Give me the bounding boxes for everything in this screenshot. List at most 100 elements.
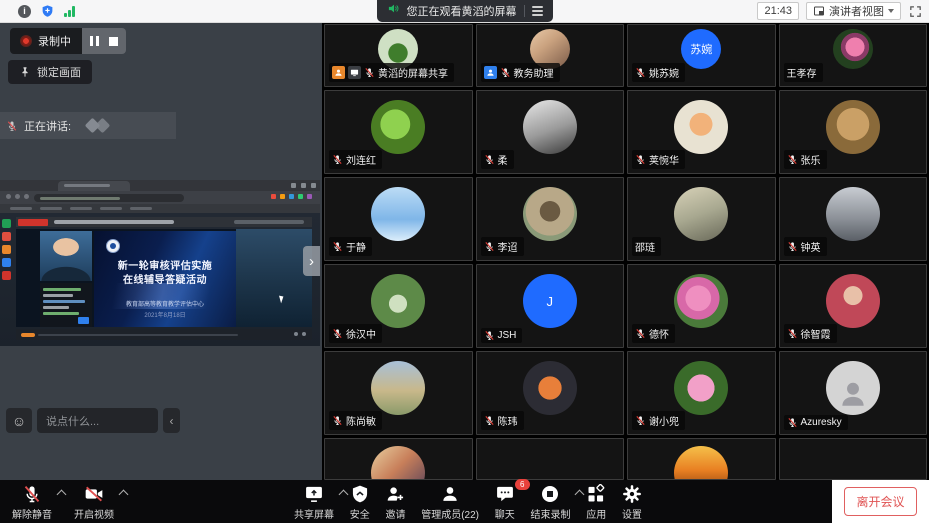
pin-icon [19,66,31,78]
slide-title-line2: 在线辅导答疑活动 [94,271,236,286]
video-player: 新一轮审核评估实施 在线辅导答疑活动 教育部高等教育教学评估中心 2021年8月… [16,229,312,327]
evaluation-center-logo [106,239,120,253]
participant-tile[interactable]: 于静 [324,177,473,261]
layout-icon [813,5,825,17]
participant-tile[interactable]: 徐汉中 [324,264,473,348]
participant-avatar [523,187,577,241]
participant-name: 陈尚敏 [346,413,376,428]
chevron-down-icon [888,9,894,13]
participant-tile[interactable] [324,438,473,480]
participant-tile[interactable]: 荚惋华 [627,90,776,174]
toolbar-item-label: 结束录制 [530,506,570,521]
participant-avatar [674,361,728,415]
emoji-button[interactable]: ☺ [6,408,32,433]
participant-tile[interactable]: 德怀 [627,264,776,348]
settings-icon [622,483,642,505]
participant-name: 李迢 [498,239,518,254]
mic-muted-icon [787,328,798,339]
participant-avatar [371,100,425,154]
speaking-indicator-bar: 正在讲话: [0,112,176,139]
info-icon[interactable]: i [18,5,31,18]
window-controls [291,183,316,188]
participant-tile[interactable]: 陈玮 [476,351,625,435]
watermark-logo-icon [83,118,117,134]
toolbar-invite-button[interactable]: 邀请 [381,483,409,521]
participant-grid: 黄滔的屏幕共享教务助理 苏婉姚苏婉王孝存刘连红 柔 荚惋华张乐于静李迢 邵琏 钟英徐汉中J… [322,22,929,480]
mic-muted-icon [500,67,511,78]
participant-avatar: 苏婉 [681,29,721,69]
participant-name: 教务助理 [514,65,554,80]
mic-muted-icon [6,120,18,132]
participant-name-label: 陈尚敏 [329,411,382,430]
participant-avatar [371,361,425,415]
toolbar-stop-record-button[interactable]: 结束录制 [526,483,574,521]
participant-name-label: 徐智霞 [784,324,837,343]
participant-tile[interactable] [627,438,776,480]
participant-tile[interactable]: 张乐 [779,90,928,174]
participant-name-label: 钟英 [784,237,827,256]
toolbar-apps-button[interactable]: 应用 [582,483,610,521]
participant-tile[interactable]: JJSH [476,264,625,348]
chat-send-button [78,317,89,324]
toolbar-share-screen-button[interactable]: 共享屏幕 [290,483,338,521]
toolbar-members-button[interactable]: 管理成员(22) [417,483,483,521]
security-icon [350,483,370,505]
toolbar-start-video-button[interactable]: 开启视频 [70,483,118,521]
toolbar-chat-button[interactable]: 6聊天 [491,483,519,521]
participant-tile[interactable]: 邵琏 [627,177,776,261]
slide-title-line1: 新一轮审核评估实施 [94,257,236,272]
toolbar-security-button[interactable]: 安全 [346,483,374,521]
participant-name: 柔 [498,152,508,167]
pause-recording-button[interactable] [90,36,99,46]
participant-name-label: 德怀 [632,324,675,343]
view-mode-button[interactable]: 演讲者视图 [806,2,901,20]
chevron-up-icon[interactable] [119,490,129,500]
participant-avatar [674,100,728,154]
participant-name-label: 刘连红 [329,150,382,169]
toolbar-unmute-button[interactable]: 解除静音 [8,483,56,521]
participant-tile[interactable]: 陈尚敏 [324,351,473,435]
leave-meeting-button[interactable]: 离开会议 [844,487,916,516]
participant-name: 徐智霞 [801,326,831,341]
network-signal-icon[interactable] [64,6,75,17]
bookmarks-bar [0,204,320,213]
browser-extensions [271,194,312,199]
apps-icon [586,483,606,505]
stop-recording-button[interactable] [109,37,118,46]
toolbar-settings-button[interactable]: 设置 [618,483,646,521]
participant-tile[interactable]: 教务助理 [476,24,625,87]
chat-input[interactable]: 说点什么... [37,408,158,433]
participant-tile[interactable]: 柔 [476,90,625,174]
mic-muted-icon [332,241,343,252]
participant-tile[interactable]: 谢小兜 [627,351,776,435]
participant-tile[interactable]: 黄滔的屏幕共享 [324,24,473,87]
participant-tile[interactable]: 钟英 [779,177,928,261]
participant-name-label: 谢小兜 [632,411,685,430]
expand-icon[interactable] [908,4,923,19]
participant-tile[interactable]: 李迢 [476,177,625,261]
toolbar-item-label: 解除静音 [12,506,52,521]
participant-name: 邵琏 [635,239,655,254]
toolbar-item-label: 邀请 [385,506,405,521]
chevron-up-icon[interactable] [57,490,67,500]
mic-muted-icon [364,67,375,78]
participant-avatar [674,274,728,328]
participant-name: 陈玮 [498,413,518,428]
participant-tile[interactable]: Azuresky [779,351,928,435]
meeting-time: 21:43 [757,2,799,20]
next-page-arrow[interactable]: › [303,246,320,276]
leave-panel: 离开会议 [832,480,929,523]
mic-muted-icon [787,417,798,428]
participant-tile[interactable]: 苏婉姚苏婉 [627,24,776,87]
collapse-chat-icon[interactable]: ‹ [163,408,180,433]
participant-name-label: Azuresky [784,415,848,430]
mic-muted-icon [332,328,343,339]
menu-icon[interactable] [532,6,543,16]
lock-view-button[interactable]: 锁定画面 [8,60,92,84]
shared-screen-preview[interactable]: 新一轮审核评估实施 在线辅导答疑活动 教育部高等教育教学评估中心 2021年8月… [0,180,320,346]
participant-tile[interactable]: 刘连红 [324,90,473,174]
participant-tile[interactable]: 王孝存 [779,24,928,87]
participant-tile[interactable]: 徐智霞 [779,264,928,348]
browser-tab [58,181,130,191]
shield-icon[interactable] [41,4,54,18]
